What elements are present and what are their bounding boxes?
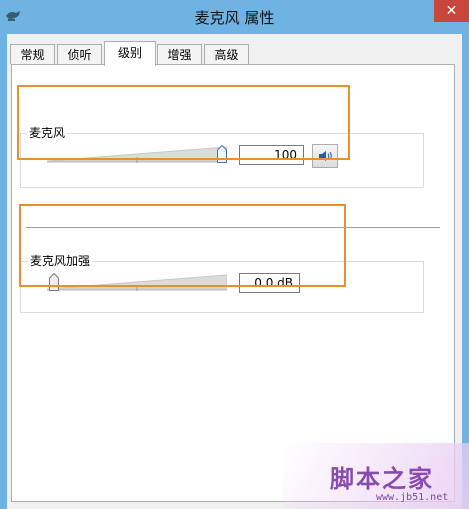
- title-bar[interactable]: 麦克风 属性 ✕: [0, 0, 469, 34]
- properties-window: 麦克风 属性 ✕ 常规 侦听 级别 增强 高级 麦克风 100 麦克风加强 0.…: [0, 0, 469, 509]
- tab-enhancements[interactable]: 增强: [157, 44, 202, 64]
- watermark-text: 脚本之家: [330, 464, 434, 493]
- tab-general[interactable]: 常规: [10, 44, 55, 64]
- close-button[interactable]: ✕: [434, 0, 469, 22]
- watermark-url: www.jb51.net: [376, 492, 449, 503]
- window-frame-left: [0, 34, 7, 509]
- boost-highlight-box: [19, 204, 346, 287]
- window-frame-right: [462, 34, 469, 509]
- window-title: 麦克风 属性: [194, 9, 275, 27]
- tab-advanced[interactable]: 高级: [204, 44, 249, 64]
- tab-listen[interactable]: 侦听: [57, 44, 102, 64]
- site-watermark: 脚本之家 www.jb51.net: [283, 443, 469, 509]
- tab-levels[interactable]: 级别: [104, 41, 156, 66]
- microphone-highlight-box: [17, 85, 350, 160]
